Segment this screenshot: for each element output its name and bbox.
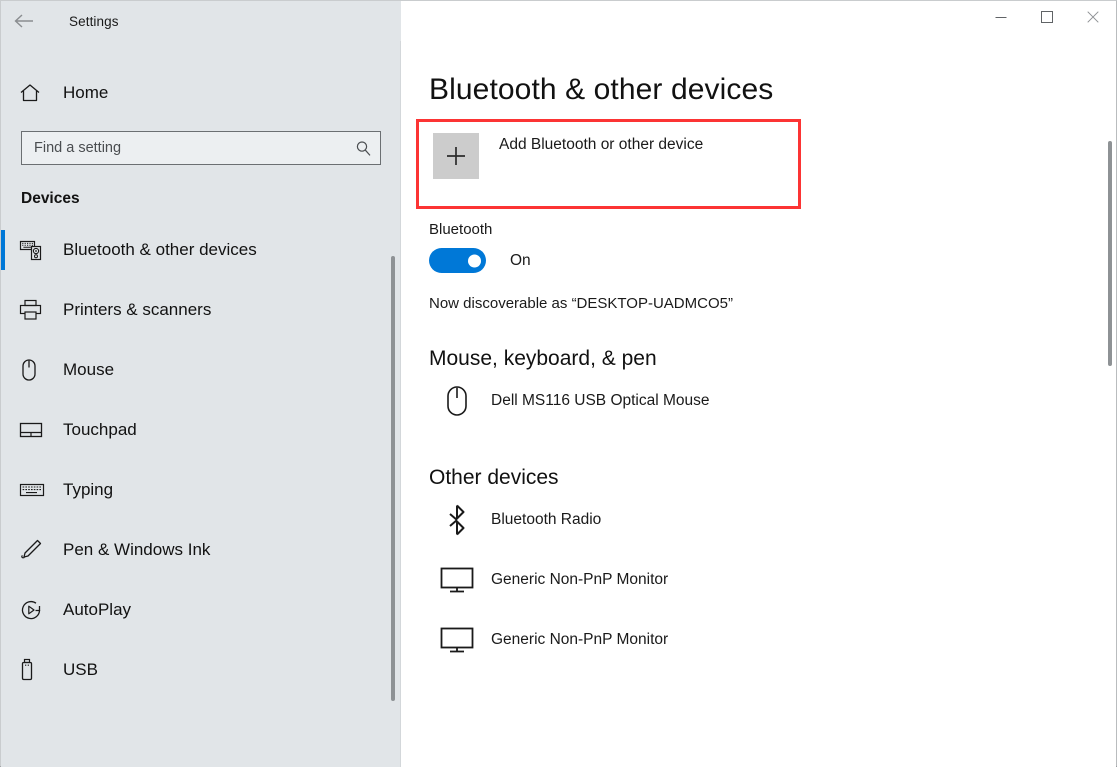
bluetooth-toggle-row: On — [429, 248, 1116, 273]
group-heading-other-devices: Other devices — [429, 466, 559, 489]
usb-icon — [21, 658, 33, 681]
main-scrollbar-thumb[interactable] — [1108, 141, 1112, 366]
sidebar-scrollbar-thumb[interactable] — [391, 256, 395, 701]
minimize-icon — [995, 17, 1007, 18]
add-device-highlight-wrap: Add Bluetooth or other device — [416, 119, 801, 209]
sidebar-item-label: USB — [63, 660, 98, 679]
sidebar-home-label: Home — [63, 83, 109, 102]
sidebar-item-autoplay[interactable]: AutoPlay — [1, 580, 401, 640]
plus-icon — [447, 147, 465, 165]
usb-icon-wrap — [19, 658, 55, 682]
sidebar-item-label: Touchpad — [63, 420, 137, 439]
device-row[interactable]: Bluetooth Radio — [429, 490, 1116, 550]
sidebar-item-printers-scanners[interactable]: Printers & scanners — [1, 280, 401, 340]
device-name: Dell MS116 USB Optical Mouse — [491, 392, 710, 409]
sidebar-item-pen-windows-ink[interactable]: Pen & Windows Ink — [1, 520, 401, 580]
window-title: Settings — [69, 13, 119, 29]
autoplay-icon-wrap — [19, 598, 55, 622]
bluetooth-devices-icon-wrap — [19, 239, 55, 261]
back-button[interactable] — [1, 1, 47, 41]
device-row[interactable]: Generic Non-PnP Monitor — [429, 550, 1116, 610]
close-button[interactable] — [1070, 1, 1116, 33]
mouse-device-icon-wrap — [429, 384, 485, 418]
device-name: Generic Non-PnP Monitor — [491, 571, 669, 588]
mouse-icon — [447, 386, 467, 416]
maximize-button[interactable] — [1024, 1, 1070, 33]
device-row[interactable]: Dell MS116 USB Optical Mouse — [429, 371, 1116, 431]
sidebar-item-label: Printers & scanners — [63, 300, 212, 319]
keyboard-icon — [19, 483, 45, 497]
toggle-knob — [468, 254, 481, 267]
pen-icon-wrap — [19, 538, 55, 562]
group-heading-mouse-keyboard-pen: Mouse, keyboard, & pen — [429, 347, 657, 370]
touchpad-icon — [19, 422, 43, 438]
device-row[interactable]: Generic Non-PnP Monitor — [429, 610, 1116, 670]
mouse-icon-wrap — [19, 358, 55, 382]
sidebar-section-title: Devices — [21, 190, 80, 207]
home-icon-wrap — [19, 83, 55, 103]
sidebar-item-label: AutoPlay — [63, 600, 132, 619]
minimize-button[interactable] — [978, 1, 1024, 33]
sidebar-item-label: Mouse — [63, 360, 115, 379]
maximize-icon — [1041, 11, 1053, 23]
window-controls — [401, 1, 1116, 41]
sidebar-item-label: Pen & Windows Ink — [63, 540, 211, 559]
page-title: Bluetooth & other devices — [429, 73, 774, 106]
selection-indicator — [1, 230, 5, 270]
bluetooth-toggle-state: On — [510, 251, 531, 269]
sidebar-item-label: Typing — [63, 480, 114, 499]
sidebar-item-mouse[interactable]: Mouse — [1, 340, 401, 400]
search-icon — [356, 140, 370, 156]
touchpad-icon-wrap — [19, 420, 55, 440]
search-input[interactable] — [22, 140, 346, 156]
monitor-device-icon-wrap — [429, 626, 485, 654]
monitor-device-icon-wrap — [429, 566, 485, 594]
add-bluetooth-or-other-device-button[interactable]: Add Bluetooth or other device — [433, 133, 703, 179]
sidebar-item-usb[interactable]: USB — [1, 640, 401, 700]
sidebar-item-touchpad[interactable]: Touchpad — [1, 400, 401, 460]
add-device-label: Add Bluetooth or other device — [499, 136, 704, 153]
sidebar-item-label: Bluetooth & other devices — [63, 240, 257, 259]
main-content: Bluetooth & other devices Add Bluetooth … — [401, 41, 1116, 767]
discoverable-text: Now discoverable as “DESKTOP-UADMCO5” — [429, 295, 733, 312]
bluetooth-device-icon-wrap — [429, 504, 485, 536]
sidebar: Home Devices — [1, 41, 401, 767]
title-bar: Settings — [1, 1, 1116, 41]
sidebar-item-home[interactable]: Home — [1, 71, 401, 115]
printer-icon-wrap — [19, 299, 55, 321]
bluetooth-toggle[interactable] — [429, 248, 486, 273]
close-icon — [1087, 11, 1099, 23]
home-icon — [20, 84, 40, 102]
mouse-icon — [22, 359, 36, 381]
monitor-icon — [440, 627, 474, 653]
search-icon-wrap[interactable] — [346, 140, 380, 157]
keyboard-icon-wrap — [19, 481, 55, 499]
back-arrow-icon — [14, 14, 33, 28]
title-bar-left: Settings — [1, 1, 401, 41]
device-name: Generic Non-PnP Monitor — [491, 631, 669, 648]
bluetooth-label: Bluetooth — [429, 221, 493, 238]
search-box[interactable] — [21, 131, 381, 165]
settings-window: Settings Home Find a setting Devices Blu… — [0, 0, 1117, 767]
printer-icon — [19, 299, 42, 320]
monitor-icon — [440, 567, 474, 593]
sidebar-nav-list: Bluetooth & other devices Printers & sca… — [1, 220, 401, 700]
sidebar-item-typing[interactable]: Typing — [1, 460, 401, 520]
autoplay-icon — [21, 600, 41, 620]
bluetooth-devices-icon — [19, 240, 42, 261]
plus-tile — [433, 133, 479, 179]
device-name: Bluetooth Radio — [491, 511, 602, 528]
sidebar-item-bluetooth-other-devices[interactable]: Bluetooth & other devices — [1, 220, 401, 280]
bluetooth-icon — [449, 504, 465, 536]
pen-icon — [21, 539, 42, 559]
